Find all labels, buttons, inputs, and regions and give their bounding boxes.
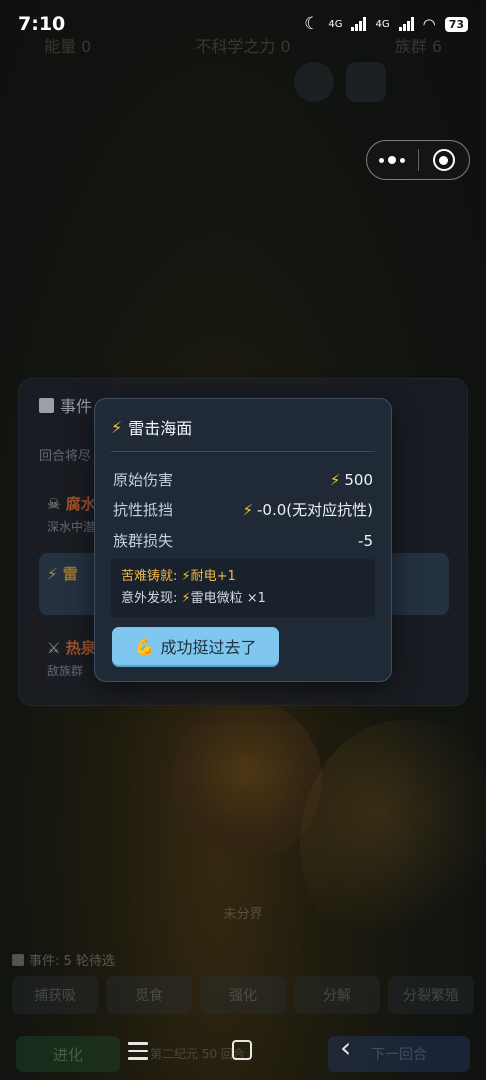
miniprogram-capsule (366, 140, 470, 180)
row-value: ⚡ 500 (330, 469, 373, 490)
home-icon[interactable] (232, 1040, 252, 1060)
hardship-note: 苦难铸就: ⚡耐电+1 (121, 566, 365, 588)
row-value-text: 500 (344, 470, 373, 489)
confirm-button-label: 成功挺过去了 (160, 638, 257, 657)
row-value-text: -5 (358, 531, 373, 550)
hardship-label: 苦难铸就: (121, 569, 182, 584)
network-label-1: 4G (328, 18, 343, 30)
close-miniprogram-button[interactable] (419, 141, 470, 179)
status-bar: 7:10 ☾ 4G 4G ◠ 73 (0, 0, 486, 48)
target-icon (432, 149, 455, 171)
signal-icon-2 (398, 17, 414, 31)
moon-icon: ☾ (304, 14, 320, 34)
system-navigation-bar: ‹ (0, 1030, 486, 1070)
lightning-icon: ⚡ (242, 500, 254, 519)
lightning-icon: ⚡ (329, 470, 341, 489)
row-value-text: -0.0(无对应抗性) (257, 501, 373, 519)
row-value: ⚡ -0.0(无对应抗性) (242, 499, 373, 520)
population-loss-row: 族群损失 -5 (113, 530, 373, 551)
dialog-divider (111, 451, 375, 452)
row-label: 族群损失 (113, 532, 174, 550)
dialog-title-text: 雷击海面 (128, 419, 193, 438)
resistance-row: 抗性抵挡 ⚡ -0.0(无对应抗性) (113, 499, 373, 520)
signal-icon-1 (351, 17, 367, 31)
lightning-icon: ⚡ (111, 417, 123, 437)
back-icon[interactable]: ‹ (340, 1034, 351, 1062)
battery-icon: 73 (444, 16, 468, 32)
hardship-value: 耐电+1 (190, 569, 236, 584)
flexed-bicep-icon: 💪 (134, 636, 155, 656)
row-label: 原始伤害 (113, 471, 174, 489)
lightning-icon: ⚡ (181, 569, 191, 584)
row-label: 抗性抵挡 (113, 501, 174, 519)
more-button[interactable] (367, 141, 418, 179)
wifi-icon: ◠ (422, 15, 436, 33)
discovery-value: 雷电微粒 ×1 (190, 591, 266, 606)
more-dots-icon (379, 156, 406, 164)
dialog-title: ⚡ 雷击海面 (111, 415, 192, 439)
discovery-label: 意外发现: (121, 591, 182, 606)
confirm-button[interactable]: 💪 成功挺过去了 (112, 627, 279, 665)
network-label-2: 4G (375, 18, 390, 30)
discovery-note: 意外发现: ⚡雷电微粒 ×1 (121, 588, 365, 610)
recent-apps-icon[interactable] (128, 1042, 148, 1060)
event-result-dialog: ⚡ 雷击海面 原始伤害 ⚡ 500 抗性抵挡 ⚡ -0.0(无对应抗性) 族群损… (94, 398, 392, 682)
damage-row: 原始伤害 ⚡ 500 (113, 469, 373, 490)
lightning-icon: ⚡ (181, 591, 191, 606)
row-value: -5 (358, 530, 373, 551)
clock: 7:10 (18, 13, 66, 35)
event-notes: 苦难铸就: ⚡耐电+1 意外发现: ⚡雷电微粒 ×1 (111, 559, 375, 617)
